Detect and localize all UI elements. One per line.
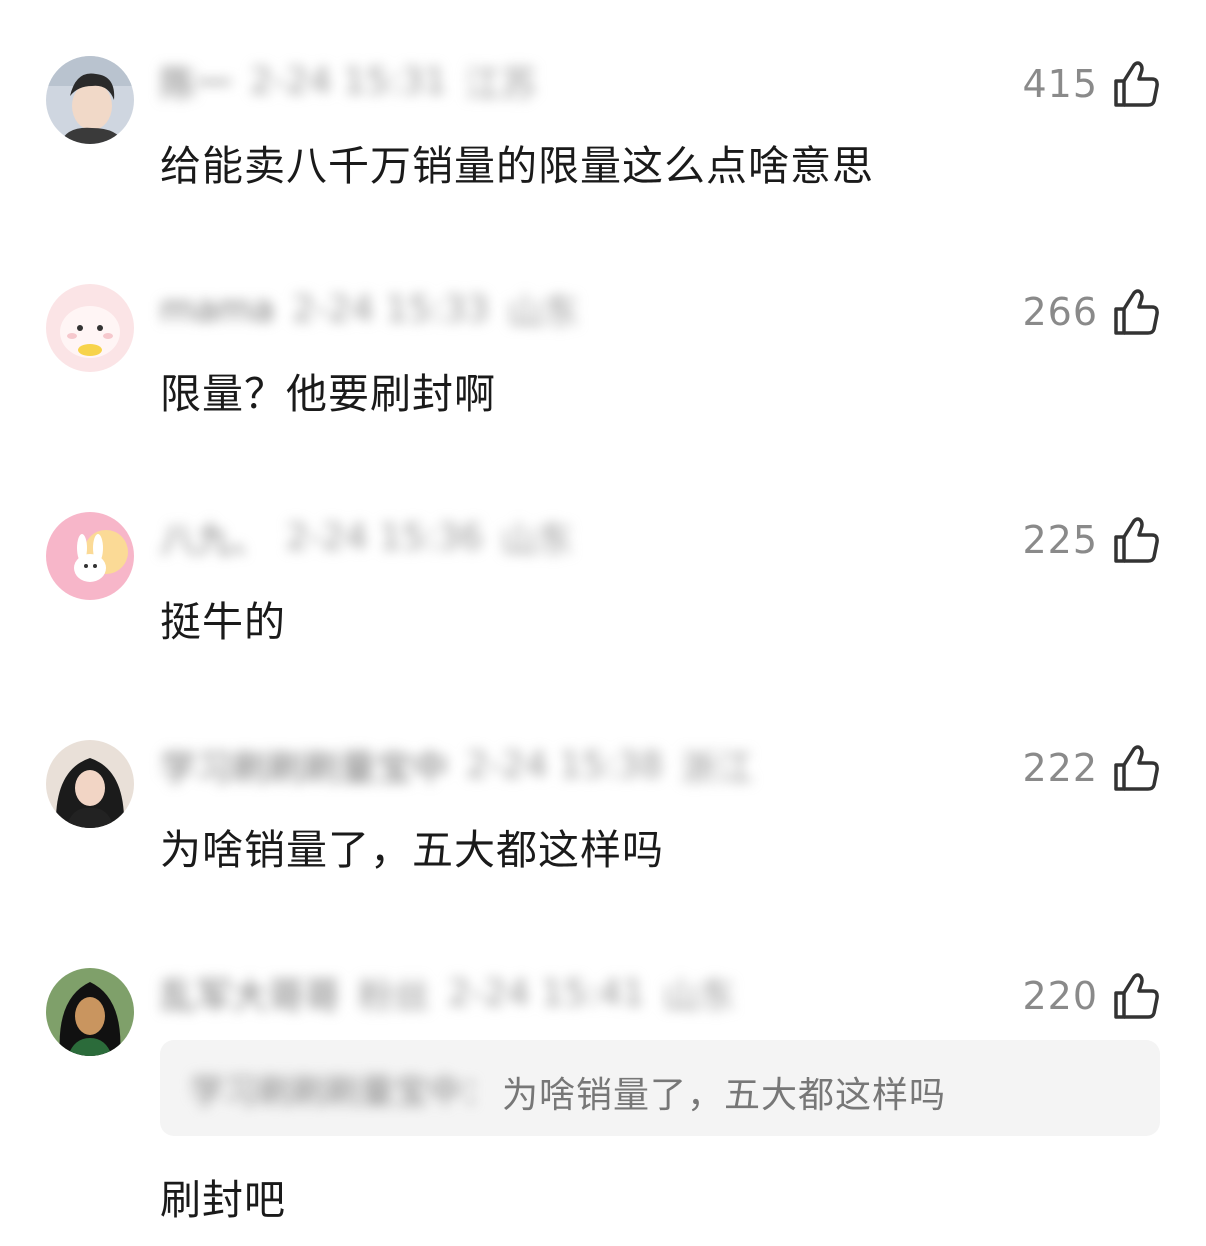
comment-time: 2-24 15:38 bbox=[466, 744, 663, 786]
comment-meta: 八九、 2-24 15:36 山东 bbox=[160, 512, 573, 562]
comment-meta: 陈一 2-24 15:31 江苏 bbox=[160, 56, 537, 106]
user-avatar[interactable] bbox=[46, 284, 134, 372]
like-count: 415 bbox=[1022, 62, 1098, 106]
comment-time: 2-24 15:33 bbox=[292, 288, 490, 330]
like-count: 225 bbox=[1022, 518, 1098, 562]
comment-location: 山东 bbox=[507, 292, 580, 333]
user-name[interactable]: 学习刷刷刷量宝中 bbox=[160, 739, 448, 791]
user-avatar[interactable] bbox=[46, 740, 134, 828]
user-name[interactable]: 乱军大哥哥 bbox=[160, 967, 340, 1019]
thumbs-up-icon bbox=[1114, 745, 1159, 791]
comment-location: 浙江 bbox=[680, 748, 753, 789]
comment-text: 为啥销量了，五大都这样吗 bbox=[160, 826, 664, 874]
like-count: 220 bbox=[1022, 974, 1098, 1018]
thumbs-up-icon bbox=[1114, 61, 1159, 107]
user-name[interactable]: mama bbox=[160, 289, 274, 330]
user-avatar[interactable] bbox=[46, 968, 134, 1056]
comment-time: 2-24 15:41 bbox=[448, 972, 645, 1014]
like-button[interactable]: 220 bbox=[1022, 966, 1160, 1026]
comment-text: 限量？他要刷封啊 bbox=[160, 370, 496, 418]
like-button[interactable]: 415 bbox=[1022, 54, 1160, 114]
quoted-user-name: 学习刷刷刷量宝中： bbox=[190, 1072, 496, 1112]
comment-meta: mama 2-24 15:33 山东 bbox=[160, 284, 579, 334]
thumbs-up-icon bbox=[1114, 289, 1159, 335]
user-name[interactable]: 陈一 bbox=[160, 55, 232, 107]
thumbs-up-icon bbox=[1114, 973, 1159, 1019]
like-count: 266 bbox=[1022, 290, 1098, 334]
comment-time: 2-24 15:31 bbox=[250, 60, 447, 102]
fan-badge: 粉丝 bbox=[358, 976, 431, 1017]
like-button[interactable]: 222 bbox=[1022, 738, 1160, 798]
user-avatar[interactable] bbox=[46, 56, 134, 144]
like-count: 222 bbox=[1022, 746, 1098, 790]
quoted-text: 为啥销量了，五大都这样吗 bbox=[502, 1075, 947, 1116]
comment-location: 江苏 bbox=[464, 64, 537, 105]
comment-time: 2-24 15:36 bbox=[286, 516, 483, 558]
thumbs-up-icon bbox=[1114, 517, 1159, 563]
like-button[interactable]: 225 bbox=[1022, 510, 1160, 570]
comment-text: 挺牛的 bbox=[160, 598, 286, 646]
user-avatar[interactable] bbox=[46, 512, 134, 600]
comment-location: 山东 bbox=[500, 520, 573, 561]
comment-meta: 学习刷刷刷量宝中 2-24 15:38 浙江 bbox=[160, 740, 753, 790]
like-button[interactable]: 266 bbox=[1022, 282, 1160, 342]
comment-text: 刷封吧 bbox=[160, 1176, 286, 1224]
comment-location: 山东 bbox=[662, 976, 735, 1017]
quoted-reply[interactable]: 学习刷刷刷量宝中： 为啥销量了，五大都这样吗 bbox=[160, 1040, 1160, 1136]
comment-meta: 乱军大哥哥 粉丝 2-24 15:41 山东 bbox=[160, 968, 735, 1018]
user-name[interactable]: 八九、 bbox=[160, 511, 268, 563]
comment-text: 给能卖八千万销量的限量这么点啥意思 bbox=[160, 142, 874, 190]
